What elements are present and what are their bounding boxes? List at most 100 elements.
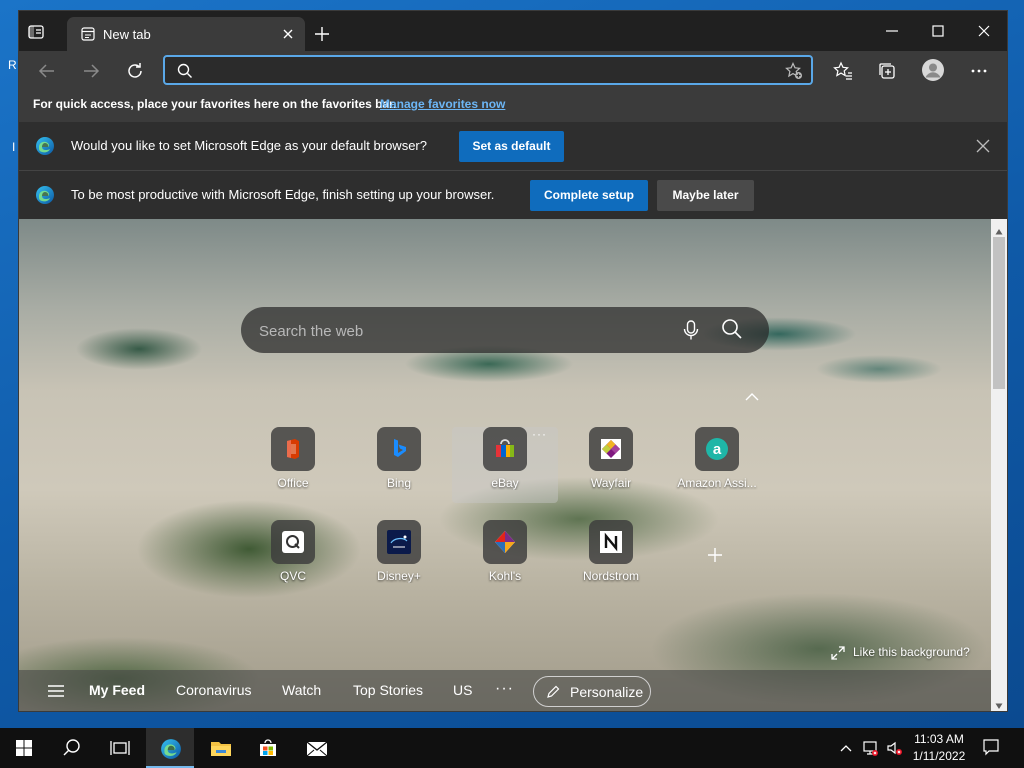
close-infobar-icon[interactable] [975,138,991,154]
microsoft-store-button[interactable] [244,728,292,768]
clock-date: 1/11/2022 [912,749,966,763]
nordstrom-icon [589,520,633,564]
tile-label: Office [277,476,309,490]
close-tab-icon[interactable] [279,25,297,43]
clock-time: 11:03 AM [914,732,964,746]
desktop-icon-label: I [12,140,16,154]
minimize-button[interactable] [872,17,912,45]
tab-new-tab[interactable]: New tab [67,17,305,51]
feed-tab-coronavirus[interactable]: Coronavirus [176,682,251,698]
new-tab-plus-icon[interactable] [313,25,331,43]
taskbar-edge-button[interactable] [146,728,194,768]
scroll-up-arrow-icon[interactable] [995,223,1003,235]
favorites-bar: For quick access, place your favorites h… [19,91,1007,123]
tab-title: New tab [103,27,151,42]
tile-label: Disney+ [377,569,421,583]
bing-icon [377,427,421,471]
tab-actions-icon[interactable] [27,23,45,41]
menu-icon[interactable] [47,684,65,698]
address-input[interactable] [201,61,765,83]
tile-label: Wayfair [590,476,632,490]
default-browser-text: Would you like to set Microsoft Edge as … [71,138,427,153]
microphone-icon[interactable] [681,319,701,341]
start-button[interactable] [0,728,48,768]
store-icon [260,739,276,756]
setup-text: To be most productive with Microsoft Edg… [71,187,495,202]
profile-avatar-icon[interactable] [921,58,945,82]
ebay-icon [483,427,527,471]
tile-label: QVC [279,569,306,583]
kohls-icon [483,520,527,564]
file-explorer-button[interactable] [196,728,244,768]
web-search-box[interactable] [241,307,769,353]
like-background-text: Like this background? [853,645,970,659]
new-tab-icon [81,27,95,41]
settings-more-icon[interactable] [969,61,989,81]
quick-link-tile[interactable]: Disney+ [346,520,452,596]
quick-link-tile[interactable]: Nordstrom [558,520,664,596]
close-window-button[interactable] [964,17,1004,45]
quick-link-tile[interactable]: Office [240,427,346,503]
favorites-bar-hint: For quick access, place your favorites h… [33,97,397,111]
quick-link-tile[interactable]: a Amazon Assi... [664,427,770,503]
edge-icon [161,739,181,759]
search-icon [177,63,193,79]
set-as-default-button[interactable]: Set as default [459,131,564,162]
vertical-scrollbar[interactable] [991,219,1007,711]
taskbar-search-button[interactable] [48,728,96,768]
tile-label: Amazon Assi... [677,476,757,490]
feed-tab-watch[interactable]: Watch [282,682,321,698]
network-icon[interactable] [862,740,878,756]
scroll-down-arrow-icon[interactable] [995,697,1003,709]
feed-tab-my-feed[interactable]: My Feed [89,682,145,698]
quick-link-tile[interactable]: QVC [240,520,346,596]
feed-tab-us[interactable]: US [453,682,472,698]
notifications-icon[interactable] [982,738,1000,756]
quick-link-tile[interactable]: Bing [346,427,452,503]
manage-favorites-link[interactable]: Manage favorites now [380,97,505,111]
mail-button[interactable] [292,728,340,768]
search-input[interactable] [257,320,661,342]
search-icon[interactable] [721,318,743,340]
qvc-icon [271,520,315,564]
wayfair-icon [589,427,633,471]
forward-arrow-icon[interactable] [81,61,101,81]
pencil-icon [546,685,560,699]
default-browser-infobar: Would you like to set Microsoft Edge as … [19,122,1007,171]
feed-tab-top-stories[interactable]: Top Stories [353,682,423,698]
setup-infobar: To be most productive with Microsoft Edg… [19,171,1007,220]
tile-more-options[interactable]: ··· [532,427,547,441]
taskbar: 11:03 AM 1/11/2022 [0,728,1024,768]
toolbar [19,51,1007,91]
file-explorer-icon [211,742,231,756]
collections-icon[interactable] [877,61,897,81]
scrollbar-thumb[interactable] [993,237,1005,389]
volume-icon[interactable] [886,740,902,756]
add-site-icon[interactable] [706,546,724,564]
favorites-icon[interactable] [833,61,853,81]
refresh-icon[interactable] [125,61,145,81]
tile-label: Nordstrom [582,569,639,583]
office-icon [271,427,315,471]
disney-plus-icon [377,520,421,564]
feed-more-button[interactable]: ··· [495,680,514,698]
maximize-button[interactable] [918,17,958,45]
add-favorite-icon[interactable] [785,62,803,80]
task-view-button[interactable] [96,728,144,768]
feed-navigation: My Feed Coronavirus Watch Top Stories US… [19,670,991,711]
personalize-button[interactable]: Personalize [533,676,651,707]
quick-link-tile[interactable]: ··· eBay [452,427,558,503]
show-hidden-icons-chevron-icon[interactable] [838,740,854,756]
expand-icon [831,646,845,660]
back-arrow-icon[interactable] [37,61,57,81]
quick-link-tile[interactable]: Wayfair [558,427,664,503]
address-bar[interactable] [163,55,813,85]
desktop-icon-label: R [8,58,17,72]
edge-logo-icon [35,136,55,156]
quick-link-tile[interactable]: Kohl's [452,520,558,596]
complete-setup-button[interactable]: Complete setup [530,180,648,211]
svg-text:a: a [713,441,722,458]
maybe-later-button[interactable]: Maybe later [657,180,754,211]
chevron-up-icon[interactable] [745,389,759,401]
system-clock[interactable]: 11:03 AM 1/11/2022 [904,731,974,765]
